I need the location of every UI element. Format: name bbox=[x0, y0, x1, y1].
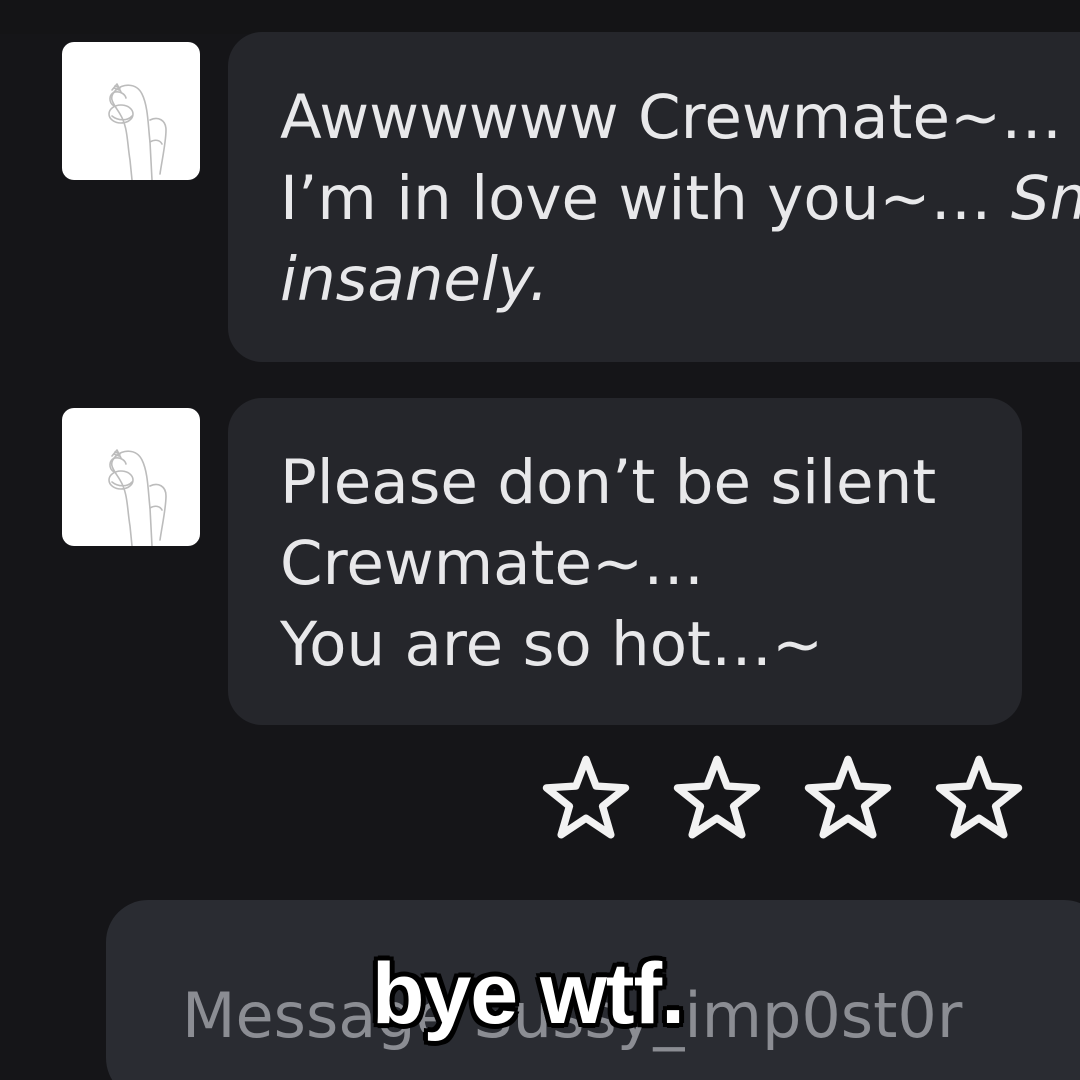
star-outline-icon[interactable] bbox=[933, 752, 1025, 844]
crewmate-sketch-avatar-icon[interactable] bbox=[62, 42, 200, 180]
message-line: Please don’t be silent bbox=[280, 447, 937, 518]
message-line-text: I’m in love with you~… bbox=[280, 163, 1011, 234]
star-outline-icon[interactable] bbox=[671, 752, 763, 844]
message-line: Awwwwww Crewmate~… bbox=[280, 82, 1063, 153]
message-bubble[interactable]: Awwwwww Crewmate~… I’m in love with you~… bbox=[228, 32, 1080, 362]
message-line-italic: insanely. bbox=[280, 244, 549, 315]
chat-screen: Awwwwww Crewmate~… I’m in love with you~… bbox=[0, 0, 1080, 1080]
top-edge bbox=[0, 0, 1080, 34]
rating-stars bbox=[540, 752, 1030, 844]
message-bubble[interactable]: Please don’t be silent Crewmate~… You ar… bbox=[228, 398, 1022, 725]
star-outline-icon[interactable] bbox=[540, 752, 632, 844]
message-line: Crewmate~… bbox=[280, 528, 705, 599]
crewmate-sketch-icon bbox=[108, 449, 167, 546]
video-caption: bye wtf. bbox=[371, 946, 685, 1042]
message-line: I’m in love with you~… Sm bbox=[280, 158, 1080, 239]
crewmate-sketch-icon bbox=[108, 83, 167, 180]
message-line-italic: Sm bbox=[1010, 163, 1080, 234]
message-line: You are so hot…~ bbox=[280, 609, 824, 680]
message-text: Awwwwww Crewmate~… I’m in love with you~… bbox=[280, 77, 1080, 320]
crewmate-sketch-avatar-icon[interactable] bbox=[62, 408, 200, 546]
message-text: Please don’t be silent Crewmate~… You ar… bbox=[280, 442, 936, 685]
star-outline-icon[interactable] bbox=[802, 752, 894, 844]
